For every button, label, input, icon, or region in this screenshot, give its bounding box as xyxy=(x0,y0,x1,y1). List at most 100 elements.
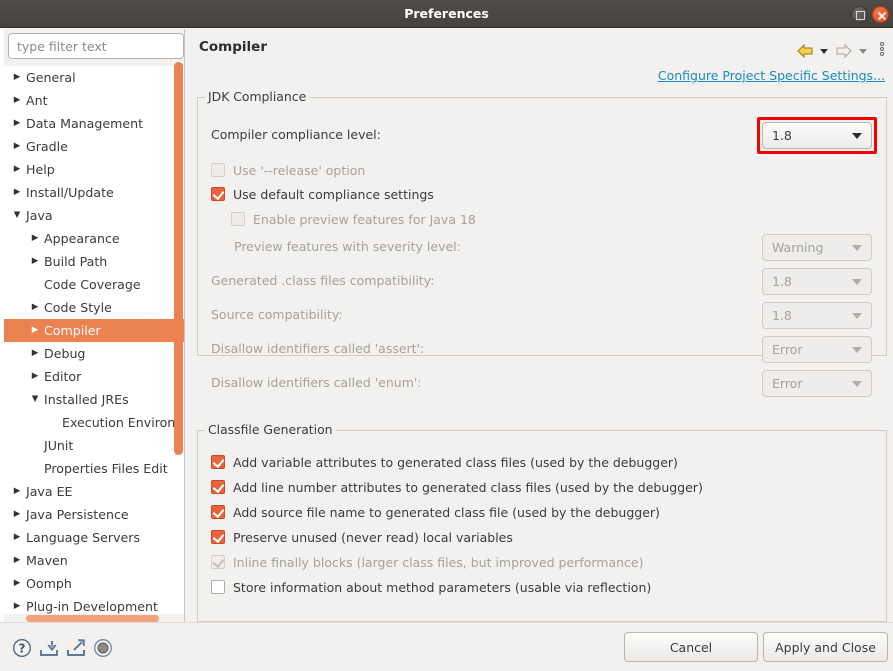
inline-finally-blocks-larger-class-files-b-checkbox xyxy=(211,555,225,569)
sidebar-horizontal-scrollbar[interactable] xyxy=(26,615,159,622)
apply-and-close-button[interactable]: Apply and Close xyxy=(763,632,888,662)
filter-container xyxy=(4,33,184,61)
chevron-right-icon[interactable]: ▶ xyxy=(28,296,42,319)
chevron-down-icon[interactable] xyxy=(818,43,831,57)
add-source-file-name-to-generated-class-fi-checkbox[interactable] xyxy=(211,505,225,519)
chevron-right-icon[interactable]: ▶ xyxy=(10,135,24,158)
sidebar-item-language-servers[interactable]: ▶ Language Servers xyxy=(4,526,184,549)
sidebar-item-code-style[interactable]: ▶ Code Style xyxy=(4,296,184,319)
chevron-right-icon[interactable]: ▶ xyxy=(10,572,24,595)
close-icon[interactable] xyxy=(872,6,889,23)
chevron-right-icon[interactable]: ▶ xyxy=(28,319,42,342)
sidebar-item-properties-files-edit[interactable]: Properties Files Edit xyxy=(4,457,184,480)
jdk-compliance-group-title: JDK Compliance xyxy=(205,89,310,104)
sidebar-item-appearance[interactable]: ▶ Appearance xyxy=(4,227,184,250)
chevron-right-icon[interactable]: ▶ xyxy=(10,158,24,181)
sidebar-item-oomph[interactable]: ▶ Oomph xyxy=(4,572,184,595)
sidebar-item-installed-jres[interactable]: ▼ Installed JREs xyxy=(4,388,184,411)
chevron-right-icon[interactable]: ▶ xyxy=(10,112,24,135)
chevron-right-icon[interactable]: ▶ xyxy=(28,365,42,388)
chevron-down-icon xyxy=(852,279,862,285)
preferences-tree[interactable]: ▶ General ▶ Ant ▶ Data Management ▶ Gradle ▶ Help… xyxy=(4,66,184,614)
sidebar-item-code-coverage[interactable]: Code Coverage xyxy=(4,273,184,296)
sidebar-item-compiler[interactable]: ▶ Compiler xyxy=(4,319,184,342)
chevron-right-icon[interactable]: ▶ xyxy=(28,227,42,250)
svg-text:?: ? xyxy=(19,642,26,656)
chevron-right-icon[interactable]: ▶ xyxy=(10,549,24,572)
chevron-down-icon[interactable]: ▼ xyxy=(28,388,42,411)
sidebar-item-install-update[interactable]: ▶ Install/Update xyxy=(4,181,184,204)
chevron-down-icon xyxy=(852,313,862,319)
chevron-right-icon[interactable]: ▶ xyxy=(10,66,24,89)
sidebar-item-data-management[interactable]: ▶ Data Management xyxy=(4,112,184,135)
chevron-down-icon-forward xyxy=(857,43,870,57)
window-title: Preferences xyxy=(404,6,489,21)
sidebar-item-ant[interactable]: ▶ Ant xyxy=(4,89,184,112)
sidebar-item-execution-environ[interactable]: Execution Environ xyxy=(4,411,184,434)
source-compatibility-row: Source compatibility: 1.8 xyxy=(198,302,886,329)
compliance-level-label: Compiler compliance level: xyxy=(211,127,381,142)
sidebar-item-label: Language Servers xyxy=(26,530,141,545)
add-variable-attributes-to-generated-class-checkbox[interactable] xyxy=(211,455,225,469)
sidebar-item-junit[interactable]: JUnit xyxy=(4,434,184,457)
chevron-right-icon[interactable]: ▶ xyxy=(10,89,24,112)
sidebar-item-debug[interactable]: ▶ Debug xyxy=(4,342,184,365)
sidebar-item-help[interactable]: ▶ Help xyxy=(4,158,184,181)
use-default-compliance-checkbox[interactable] xyxy=(211,187,225,201)
sidebar-item-gradle[interactable]: ▶ Gradle xyxy=(4,135,184,158)
use-release-option-checkbox[interactable] xyxy=(211,163,225,177)
view-menu-icon[interactable] xyxy=(877,41,887,58)
source-compatibility-value: 1.8 xyxy=(772,308,792,323)
chevron-right-icon[interactable]: ▶ xyxy=(10,503,24,526)
add-line-number-attributes-to-generated-cl-checkbox[interactable] xyxy=(211,480,225,494)
help-icon[interactable]: ? xyxy=(12,638,32,662)
maximize-icon[interactable] xyxy=(851,6,868,23)
enable-preview-checkbox[interactable] xyxy=(231,212,245,226)
chevron-right-icon[interactable]: ▶ xyxy=(10,181,24,204)
chevron-right-icon[interactable]: ▶ xyxy=(10,595,24,614)
disallow-identifiers-called-enum-value: Error xyxy=(772,376,803,391)
chevron-right-icon[interactable]: ▶ xyxy=(28,342,42,365)
store-information-about-method-parameters--checkbox[interactable] xyxy=(211,580,225,594)
sidebar-item-editor[interactable]: ▶ Editor xyxy=(4,365,184,388)
sidebar-item-java[interactable]: ▼ Java xyxy=(4,204,184,227)
preferences-dialog: Preferences ▶General▶Ant▶Data Management… xyxy=(0,0,893,671)
sidebar-item-plug-in-development[interactable]: ▶ Plug-in Development xyxy=(4,595,184,614)
preview-features-with-severity-level-value: Warning xyxy=(772,240,824,255)
preserve-unused-never-read-local-variables-checkbox[interactable] xyxy=(211,530,225,544)
sidebar-item-label: Help xyxy=(26,162,55,177)
chevron-right-icon[interactable]: ▶ xyxy=(10,480,24,503)
search-input[interactable] xyxy=(8,33,184,59)
import-icon[interactable] xyxy=(39,638,59,662)
sidebar-item-java-ee[interactable]: ▶ Java EE xyxy=(4,480,184,503)
add-variable-attributes-to-generated-class-label: Add variable attributes to generated cla… xyxy=(233,455,678,470)
preview-features-with-severity-level-label: Preview features with severity level: xyxy=(234,239,461,254)
sidebar-item-java-persistence[interactable]: ▶ Java Persistence xyxy=(4,503,184,526)
generated-class-files-compatibility-label: Generated .class files compatibility: xyxy=(211,273,435,288)
store-information-about-method-parameters--label: Store information about method parameter… xyxy=(233,580,652,595)
sidebar-item-build-path[interactable]: ▶ Build Path xyxy=(4,250,184,273)
chevron-down-icon[interactable]: ▼ xyxy=(10,204,24,227)
sidebar-item-general[interactable]: ▶ General xyxy=(4,66,184,89)
disallow-identifiers-called-assert-value: Error xyxy=(772,342,803,357)
arrow-back-icon[interactable] xyxy=(796,43,813,58)
cancel-button[interactable]: Cancel xyxy=(624,632,758,662)
configure-project-specific-settings-link[interactable]: Configure Project Specific Settings... xyxy=(658,68,885,83)
sidebar-item-label: Oomph xyxy=(26,576,72,591)
classfile-generation-group-title: Classfile Generation xyxy=(205,422,336,437)
pane-nav-icons xyxy=(796,39,887,59)
disallow-identifiers-called-enum-row: Disallow identifiers called 'enum': Error xyxy=(198,370,886,397)
sidebar-item-maven[interactable]: ▶ Maven xyxy=(4,549,184,572)
sidebar-item-label: Data Management xyxy=(26,116,144,131)
enable-preview-label: Enable preview features for Java 18 xyxy=(253,212,476,227)
chevron-right-icon[interactable]: ▶ xyxy=(10,526,24,549)
sidebar-item-label: Gradle xyxy=(26,139,68,154)
page-title: Compiler xyxy=(199,39,267,55)
chevron-down-icon xyxy=(852,245,862,251)
record-icon[interactable] xyxy=(93,638,113,662)
sidebar-vertical-scrollbar[interactable] xyxy=(174,62,183,455)
use-default-compliance-label: Use default compliance settings xyxy=(233,187,434,202)
chevron-right-icon[interactable]: ▶ xyxy=(28,250,42,273)
sidebar-item-label: Properties Files Edit xyxy=(44,461,168,476)
export-icon[interactable] xyxy=(66,638,86,662)
